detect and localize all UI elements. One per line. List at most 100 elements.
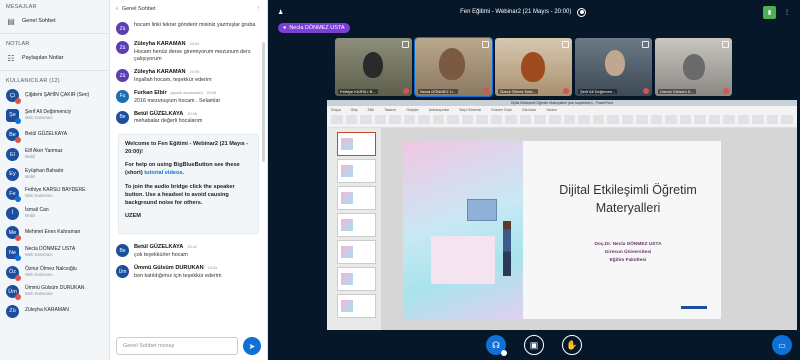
avatar: Zü <box>116 22 129 35</box>
user-list-item[interactable]: Fe Fethiye KARSLI BAYDERE Web Kamerası <box>0 184 109 204</box>
message-text: bon katıldığımız için teşekkür ederim <box>134 272 222 279</box>
meeting-title: Fen Eğitimi - Webinar2 (21 Mayıs - 20:00… <box>460 9 572 15</box>
webcam-tile[interactable]: Şerif Ali Değirmen... <box>575 38 652 96</box>
muted-mic-icon <box>15 294 21 301</box>
fullscreen-icon[interactable] <box>642 41 649 48</box>
hand-icon: ✋ <box>566 339 578 350</box>
user-list-item[interactable]: Çi Çiğdem ŞAHİN ÇAKIR (Sen) <box>0 86 109 106</box>
webcam-tile[interactable]: Necla DÖNMEZ U... <box>414 37 493 97</box>
slide-thumbnail[interactable] <box>337 294 376 318</box>
user-list-item[interactable]: Be Betül GÜZELKAYA <box>0 125 109 145</box>
slide-thumbnail[interactable] <box>337 213 376 237</box>
avatar: Çi <box>6 89 21 105</box>
talking-indicator[interactable]: ● Necla DÖNMEZ USTA <box>278 23 350 33</box>
avatar-initials: Zü <box>119 25 126 32</box>
options-menu-icon[interactable]: ⋮ <box>784 9 790 16</box>
webcam-name: Fethiye KARSLI B... <box>338 89 378 94</box>
slide-person-graphic <box>503 221 511 276</box>
chat-message: Üm Ümmü Gülsüm DURUKAN 20:43 bon katıldığım… <box>110 261 267 282</box>
video-button[interactable]: ▣ <box>524 335 544 355</box>
ppt-tool <box>519 115 532 124</box>
user-info: Fethiye KARSLI BAYDERE Web Kamerası <box>25 188 86 199</box>
user-list-item[interactable]: Ne Necla DÖNMEZ USTA Web Kamerası <box>0 243 109 263</box>
chat-title: Genel Sohbet <box>121 6 156 12</box>
tutorial-videos-link[interactable]: tutorial videos <box>144 170 182 176</box>
user-role: Web Kamerası <box>25 252 53 257</box>
user-list-item[interactable]: Zü Züleyha KARAMAN <box>0 302 109 322</box>
public-chat-label: Genel Sohbet <box>22 18 56 24</box>
chat-panel: ‹ Genel Sohbet ⋮ Zü hocam linki tekrar gö… <box>110 0 268 360</box>
avatar-initials: Şe <box>9 112 16 119</box>
welcome-line-4: UZEM <box>125 213 141 220</box>
public-chat-nav[interactable]: ▤ Genel Sohbet <box>0 12 109 30</box>
user-info: Necla DÖNMEZ USTA Web Kamerası <box>25 246 75 258</box>
fullscreen-icon[interactable] <box>402 41 409 48</box>
more-options-icon[interactable]: ⋮ <box>256 6 262 12</box>
fullscreen-icon[interactable] <box>482 41 489 48</box>
screen-share-button[interactable]: ▭ <box>772 335 792 355</box>
webcam-tile[interactable]: Fethiye KARSLI B... <box>335 38 412 96</box>
message-author: Züleyha KARAMAN <box>134 41 186 47</box>
message-text: 2016 mezunuyum hocam . Selamlar <box>134 97 221 104</box>
raise-hand-button[interactable]: ✋ <box>562 335 582 355</box>
user-list-toggle-icon[interactable]: ♟ <box>278 9 283 16</box>
fullscreen-icon[interactable] <box>562 41 569 48</box>
ppt-tool <box>345 115 358 124</box>
welcome-message: Welcome to Fen Eğitimi - Webinar2 (21 Ma… <box>118 133 259 235</box>
user-role: Mobil <box>25 154 36 160</box>
participant-video <box>521 52 545 82</box>
avatar: El <box>6 148 19 162</box>
user-info: Elif Aker Yanmaz Mobil <box>25 149 63 160</box>
slide-author-block: Doç.Dr. Necla DÖNMEZ USTA Giresun Üniver… <box>543 241 713 265</box>
user-list-item[interactable]: İ İsmail Can Mobil <box>0 204 109 224</box>
user-list-item[interactable]: El Elif Aker Yanmaz Mobil <box>0 145 109 165</box>
shared-notes-nav[interactable]: ☷ Paylaşılan Notlar <box>0 49 109 67</box>
divider <box>0 70 109 71</box>
chat-message: Fu Furkan Elbir (ayrıldı oturumdan) 20:05 20… <box>110 86 267 107</box>
talking-user-name: Necla DÖNMEZ USTA <box>289 25 345 31</box>
chat-message-list: Zü hocam linki tekrar gönderir misiniz ya… <box>110 18 267 128</box>
message-content: Züleyha KARAMAN 20:04 Hocam henüz derse gi… <box>134 41 261 63</box>
avatar: Zü <box>116 69 129 83</box>
chat-scrollbar[interactable] <box>262 42 265 162</box>
connection-status-icon[interactable]: ▮ <box>763 5 776 19</box>
ppt-tab: Slayt Gösterisi <box>459 107 482 112</box>
chat-message-input[interactable]: Genel Sohbet mesajı <box>116 337 238 355</box>
user-list-item[interactable]: Ey Eyüphan Bahadır Mobil <box>0 164 109 184</box>
message-header: Züleyha KARAMAN 20:05 <box>134 69 212 77</box>
webcam-tile[interactable]: Öznur Ölmez Nalc... <box>495 38 572 96</box>
chat-header: ‹ Genel Sohbet ⋮ <box>110 0 267 18</box>
headphones-icon: ☊ <box>492 339 500 350</box>
user-role: Web Kamerası <box>25 291 53 297</box>
slide-thumbnail[interactable] <box>337 240 376 264</box>
user-list-item[interactable]: Öz Öznur Ölmez Nalcıoğlu Web Kamerası <box>0 262 109 282</box>
slide-author: Doç.Dr. Necla DÖNMEZ USTA <box>594 242 662 247</box>
avatar: Üm <box>6 285 21 301</box>
slide-thumbnail[interactable] <box>337 159 376 183</box>
user-list-item[interactable]: Şe Şerif Ali Değirmenciy Web Kamerası <box>0 106 109 126</box>
send-button[interactable]: ➤ <box>243 337 261 355</box>
ppt-tool <box>534 115 546 124</box>
recording-icon[interactable] <box>577 7 587 17</box>
chat-back-button[interactable]: ‹ Genel Sohbet <box>116 6 155 12</box>
user-list-item[interactable]: Me Mehmet Enes Kahraman <box>0 223 109 243</box>
ppt-tool <box>461 115 474 124</box>
webcam-name: Öznur Ölmez Nalc... <box>498 89 539 94</box>
audio-button[interactable]: ☊ <box>486 335 507 356</box>
media-controls: ☊ ▣ ✋ <box>268 330 800 360</box>
webcam-tile[interactable]: Ümmü Gülsüm D... <box>655 38 732 96</box>
slide-thumbnail[interactable] <box>337 132 376 156</box>
message-author: Furkan Elbir <box>134 89 167 96</box>
user-info: Öznur Ölmez Nalcıoğlu Web Kamerası <box>25 266 77 278</box>
chat-message: Zü Züleyha KARAMAN 20:05 İnşallah hocam, te… <box>110 65 267 86</box>
shared-screen[interactable]: Dijital Etkileşimli Öğretim Materyalleri… <box>327 100 797 330</box>
avatar-initials: Zü <box>119 44 126 51</box>
user-list-item[interactable]: Üm Ümmü Gülsüm DURUKAN Web Kamerası <box>0 282 109 302</box>
avatar: Me <box>6 226 21 242</box>
message-author: Züleyha KARAMAN <box>134 69 186 76</box>
ppt-ribbon-tabs: Dosya Giriş Ekle Tasarım Geçişler Animasyonla… <box>327 106 797 113</box>
slide-thumbnail[interactable] <box>337 186 376 210</box>
slide-thumbnail[interactable] <box>337 267 376 291</box>
fullscreen-icon[interactable] <box>722 41 729 48</box>
ppt-tool <box>694 115 706 124</box>
